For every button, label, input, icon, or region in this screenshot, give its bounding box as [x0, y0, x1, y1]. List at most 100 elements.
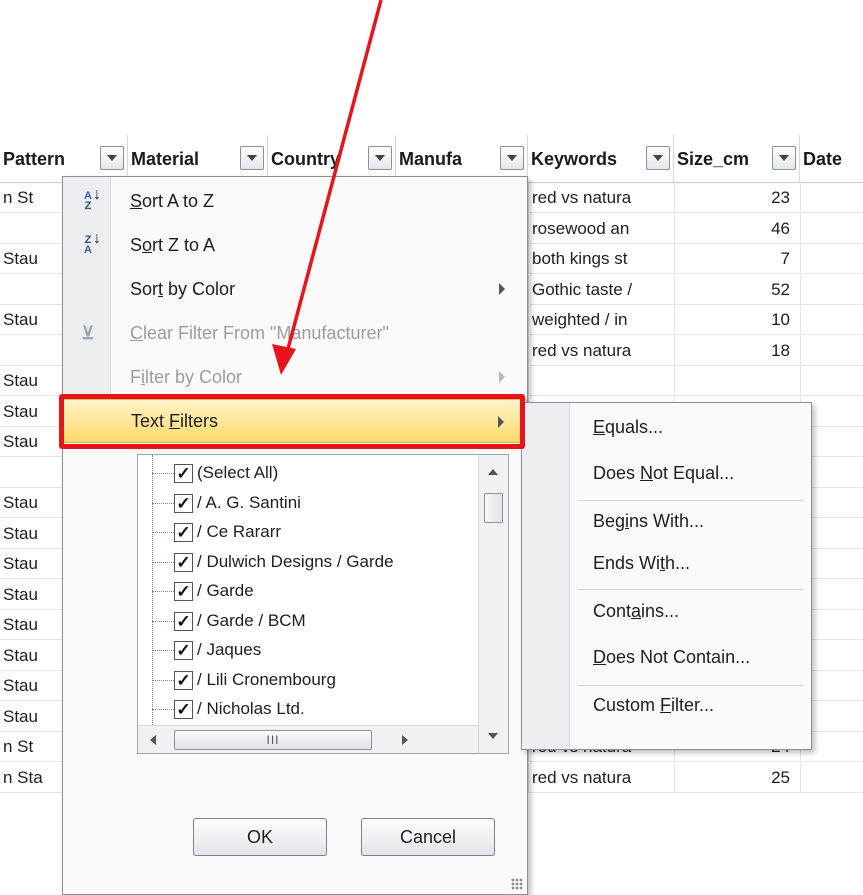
submenu-item[interactable]: Custom Filter...	[593, 695, 714, 716]
scroll-up-icon[interactable]	[488, 469, 498, 475]
submenu-item[interactable]: Equals...	[593, 417, 663, 438]
cell-keywords[interactable]: both kings st	[528, 244, 674, 274]
resize-grip-icon[interactable]	[511, 878, 523, 890]
cell-date[interactable]	[800, 762, 863, 793]
filter-dropdown-button[interactable]	[100, 146, 124, 170]
submenu-item[interactable]: Contains...	[593, 601, 679, 622]
list-item[interactable]: ✓ / Ce Rararr	[138, 518, 478, 547]
scroll-right-icon[interactable]	[402, 735, 408, 745]
menu-item-sort-by-color[interactable]: Sort by Color	[63, 267, 527, 311]
highlight-box-annotation	[59, 394, 525, 449]
cell-date[interactable]	[800, 335, 863, 366]
list-item[interactable]: ✓ / A. G. Santini	[138, 489, 478, 518]
sort-za-icon: ZA ↓	[84, 230, 101, 256]
cancel-button[interactable]: Cancel	[361, 818, 495, 856]
autofilter-dropdown: AZ ↓ Sort A to Z ZA ↓ Sort Z to A Sort b…	[62, 176, 528, 895]
cell-size[interactable]: 25	[674, 762, 800, 793]
vertical-scrollbar[interactable]	[478, 455, 508, 753]
checkbox[interactable]: ✓	[174, 552, 193, 572]
cell-keywords[interactable]: rosewood an	[528, 213, 674, 244]
checkbox-label: / Dulwich Designs / Garde	[197, 551, 394, 571]
column-header-size[interactable]: Size_cm	[674, 135, 800, 183]
list-item[interactable]: ✓ / Garde / BCM	[138, 607, 478, 636]
cell-size[interactable]: 46	[674, 213, 800, 244]
menu-separator	[578, 685, 804, 686]
checkbox[interactable]: ✓	[174, 641, 193, 660]
cell-size[interactable]: 23	[674, 183, 800, 213]
clear-filter-icon: ⊻	[81, 323, 95, 343]
horizontal-scrollbar[interactable]: III	[138, 725, 478, 753]
tree-line	[152, 532, 174, 533]
menu-item-sort-z-to-a[interactable]: ZA ↓ Sort Z to A	[63, 223, 527, 267]
checkbox[interactable]: ✓	[174, 700, 193, 719]
list-item[interactable]: ✓ / Jaques	[138, 636, 478, 665]
checkbox-label: / Garde / BCM	[197, 610, 306, 630]
checkbox-label: / A. G. Santini	[197, 492, 301, 512]
cell-keywords[interactable]: red vs natura	[528, 183, 674, 213]
filter-values-list[interactable]: ✓ (Select All) ✓ / A. G. Santini ✓ / Ce Rarar…	[137, 454, 509, 754]
cell-date[interactable]	[800, 213, 863, 244]
tree-line	[152, 709, 174, 710]
cell-keywords[interactable]: red vs natura	[528, 762, 674, 793]
cell-size[interactable]: 10	[674, 305, 800, 335]
tree-line	[152, 473, 174, 474]
sort-az-icon: AZ ↓	[84, 186, 101, 212]
filter-dropdown-button[interactable]	[368, 146, 392, 170]
cell-keywords[interactable]: Gothic taste /	[528, 274, 674, 305]
submenu-item[interactable]: Begins With...	[593, 511, 704, 532]
submenu-item[interactable]: Ends With...	[593, 553, 690, 574]
menu-separator	[578, 589, 804, 590]
scroll-thumb[interactable]: III	[174, 730, 372, 750]
scroll-thumb[interactable]	[484, 493, 503, 523]
filter-dropdown-button[interactable]	[646, 146, 670, 170]
cell-date[interactable]	[800, 244, 863, 274]
menu-item-filter-by-color[interactable]: Filter by Color	[63, 355, 527, 399]
cell-size[interactable]: 7	[674, 244, 800, 274]
column-header-label: Manufa	[399, 148, 462, 169]
column-header-date[interactable]: Date	[800, 135, 863, 183]
cell-date[interactable]	[800, 366, 863, 396]
list-item[interactable]: ✓ (Select All)	[138, 459, 478, 488]
checkbox[interactable]: ✓	[174, 582, 193, 601]
list-item[interactable]: ✓ / Dulwich Designs / Garde	[138, 548, 478, 577]
filter-dropdown-button[interactable]	[772, 146, 796, 170]
cell-keywords[interactable]: weighted / in	[528, 305, 674, 335]
filter-dropdown-button[interactable]	[240, 146, 264, 170]
submenu-item[interactable]: Does Not Contain...	[593, 647, 750, 668]
cell-keywords[interactable]: red vs natura	[528, 335, 674, 366]
cell-date[interactable]	[800, 274, 863, 305]
tree-line	[152, 650, 174, 651]
checkbox-label: / Ce Rararr	[197, 522, 282, 541]
scroll-left-icon[interactable]	[150, 735, 156, 745]
checkbox[interactable]: ✓	[174, 464, 193, 483]
ok-button[interactable]: OK	[193, 818, 327, 856]
cell-size[interactable]: 52	[674, 274, 800, 305]
column-header-label: Date	[803, 148, 843, 169]
tree-line	[152, 591, 174, 592]
checkbox[interactable]: ✓	[174, 493, 193, 513]
cell-date[interactable]	[800, 305, 863, 335]
list-item[interactable]: ✓ / Lili Cronembourg	[138, 666, 478, 695]
cell-keywords[interactable]	[528, 366, 674, 396]
text-filters-submenu: Equals... Does Not Equal... Begins With...…	[521, 402, 812, 750]
cell-date[interactable]	[800, 183, 863, 213]
menu-item-clear-filter[interactable]: ⊻ Clear Filter From "Manufacturer"	[63, 311, 527, 355]
tree-line	[152, 679, 174, 681]
checkbox[interactable]: ✓	[174, 611, 193, 631]
filter-dropdown-button[interactable]	[500, 146, 524, 170]
cell-size[interactable]	[674, 366, 800, 396]
list-item[interactable]: ✓ / Garde	[138, 577, 478, 606]
column-header-label: Keywords	[531, 148, 618, 169]
scroll-down-icon[interactable]	[488, 733, 498, 739]
menu-item-sort-a-to-z[interactable]: AZ ↓ Sort A to Z	[63, 179, 527, 223]
tree-line	[152, 502, 174, 504]
submenu-arrow-icon	[499, 371, 505, 383]
list-item[interactable]: ✓ / Nicholas Ltd.	[138, 695, 478, 724]
submenu-arrow-icon	[499, 283, 505, 295]
checkbox[interactable]: ✓	[174, 670, 193, 690]
column-header-keywords[interactable]: Keywords	[528, 135, 674, 183]
checkbox[interactable]: ✓	[174, 523, 193, 542]
submenu-item[interactable]: Does Not Equal...	[593, 463, 734, 484]
checkbox-label: / Nicholas Ltd.	[197, 699, 305, 718]
cell-size[interactable]: 18	[674, 335, 800, 366]
